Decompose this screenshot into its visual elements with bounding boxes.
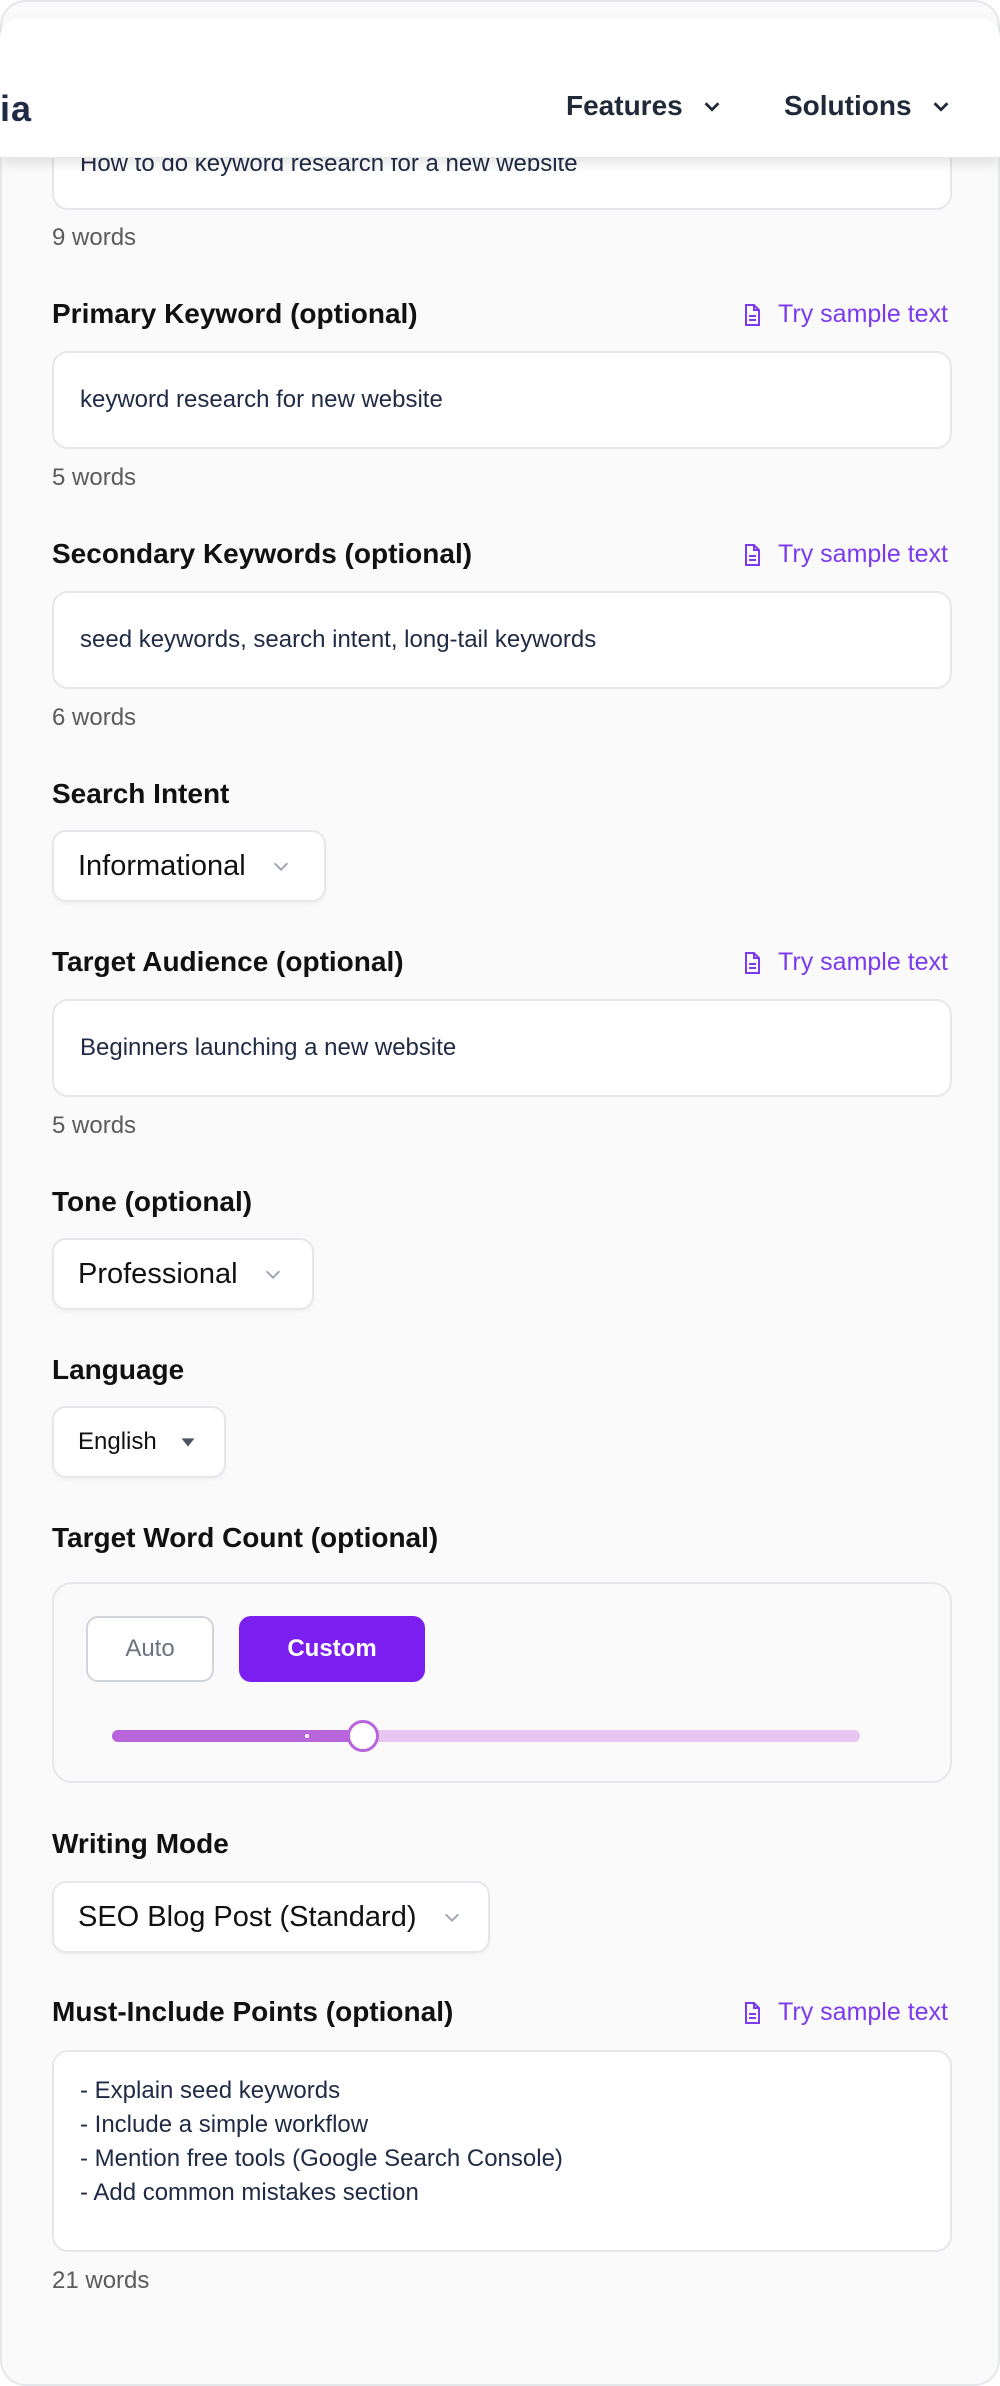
slider-tick [305, 1734, 309, 1738]
target-audience-input[interactable]: Beginners launching a new website [52, 999, 952, 1097]
slider-thumb[interactable] [347, 1720, 379, 1752]
primary-keyword-sample-text: Try sample text [778, 300, 948, 328]
secondary-keywords-sample-text: Try sample text [778, 540, 948, 568]
must-include-line: - Mention free tools (Google Search Cons… [80, 2145, 563, 2172]
must-include-line: - Add common mistakes section [80, 2179, 419, 2206]
nav-features-label: Features [566, 90, 683, 121]
document-icon [745, 2001, 761, 2024]
custom-button[interactable]: Custom [239, 1616, 425, 1682]
secondary-keywords-input[interactable]: seed keywords, search intent, long-tail … [52, 591, 952, 689]
target-audience-word-count: 5 words [52, 1112, 137, 1139]
language-select[interactable]: English [52, 1406, 226, 1478]
primary-keyword-input[interactable]: keyword research for new website [52, 351, 952, 449]
target-audience-value: Beginners launching a new website [80, 1034, 457, 1061]
writing-mode-selected: SEO Blog Post (Standard) [78, 1900, 417, 1933]
word-count-panel: Auto Custom [52, 1582, 952, 1783]
search-intent-selected: Informational [78, 849, 246, 882]
must-include-sample-text: Try sample text [778, 1998, 948, 2026]
must-include-line: - Explain seed keywords [80, 2077, 341, 2104]
page-card: How to do keyword research for a new web… [0, 0, 1000, 2386]
tone-label: Tone (optional) [52, 1186, 253, 1217]
chevron-down-icon [933, 102, 948, 112]
document-icon [745, 543, 761, 566]
logo[interactable]: ia [0, 88, 32, 130]
target-audience-label: Target Audience (optional) [52, 946, 404, 977]
title-word-count: 9 words [52, 224, 137, 251]
search-intent-select[interactable]: Informational [52, 830, 326, 902]
primary-keyword-value: keyword research for new website [80, 386, 443, 413]
language-label: Language [52, 1354, 185, 1385]
writing-mode-label: Writing Mode [52, 1828, 229, 1859]
chevron-down-icon [704, 102, 720, 112]
target-audience-sample-link[interactable]: Try sample text [740, 948, 948, 977]
primary-keyword-sample-link[interactable]: Try sample text [740, 300, 948, 329]
must-include-label: Must-Include Points (optional) [52, 1996, 454, 2027]
language-selected: English [78, 1428, 157, 1455]
chevron-down-icon [265, 1270, 280, 1279]
search-intent-label: Search Intent [52, 778, 230, 809]
primary-keyword-word-count: 5 words [52, 464, 137, 491]
writing-mode-select[interactable]: SEO Blog Post (Standard) [52, 1881, 490, 1953]
chevron-down-icon [273, 862, 288, 871]
slider-fill [112, 1730, 363, 1742]
document-icon [745, 951, 761, 974]
primary-keyword-label: Primary Keyword (optional) [52, 298, 418, 329]
auto-button[interactable]: Auto [86, 1616, 214, 1682]
must-include-textarea[interactable]: - Explain seed keywords - Include a simp… [52, 2050, 952, 2252]
secondary-keywords-label: Secondary Keywords (optional) [52, 538, 473, 569]
target-audience-sample-text: Try sample text [778, 948, 948, 976]
secondary-keywords-value: seed keywords, search intent, long-tail … [80, 626, 597, 653]
word-count-slider[interactable] [112, 1720, 860, 1752]
nav-solutions-label: Solutions [784, 90, 912, 121]
secondary-keywords-sample-link[interactable]: Try sample text [740, 540, 948, 569]
must-include-line: - Include a simple workflow [80, 2111, 369, 2138]
nav-features[interactable]: Features [566, 90, 723, 122]
nav-solutions[interactable]: Solutions [784, 90, 952, 122]
top-navigation-bar: ia Features Solutions [0, 18, 1000, 158]
tone-select[interactable]: Professional [52, 1238, 314, 1310]
tone-selected: Professional [78, 1257, 238, 1290]
secondary-keywords-word-count: 6 words [52, 704, 137, 731]
caret-down-icon [181, 1438, 195, 1447]
document-icon [745, 303, 761, 326]
must-include-sample-link[interactable]: Try sample text [740, 1998, 948, 2027]
must-include-word-count: 21 words [52, 2267, 150, 2294]
target-word-count-label: Target Word Count (optional) [52, 1522, 439, 1553]
chevron-down-icon [444, 1913, 459, 1922]
